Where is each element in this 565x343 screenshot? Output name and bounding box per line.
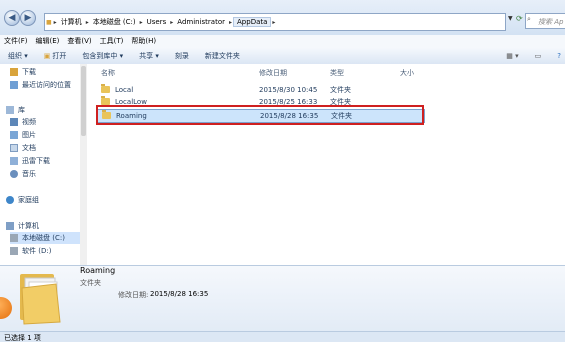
nav-downloads-label: 下载 — [22, 68, 36, 76]
nav-computer[interactable]: 计算机 — [6, 220, 39, 232]
help-icon[interactable]: ? — [549, 52, 565, 60]
file-row-local[interactable]: Local 2015/8/30 10:45 文件夹 — [97, 84, 527, 96]
menu-edit[interactable]: 编辑(E) — [32, 36, 64, 46]
menu-view[interactable]: 查看(V) — [63, 36, 95, 46]
file-date: 2015/8/30 10:45 — [259, 86, 318, 94]
open-button[interactable]: ▣ 打开 — [36, 51, 75, 61]
menu-help[interactable]: 帮助(H) — [127, 36, 160, 46]
nav-libraries-label: 库 — [18, 106, 25, 114]
folder-icon — [101, 96, 110, 105]
nav-d-drive[interactable]: 软件 (D:) — [10, 245, 51, 257]
nav-recent-label: 最近访问的位置 — [22, 81, 71, 89]
large-folder-icon — [20, 274, 61, 325]
details-pane — [0, 265, 565, 332]
column-header-type[interactable]: 类型 — [330, 68, 344, 78]
library-icon — [6, 106, 14, 114]
recent-places-icon — [10, 81, 18, 89]
burn-button[interactable]: 刻录 — [167, 51, 197, 61]
nav-thunder-label: 迅雷下载 — [22, 157, 50, 165]
highlight-box — [96, 105, 424, 125]
breadcrumb-computer[interactable]: 计算机 — [58, 17, 85, 27]
preview-pane-icon[interactable]: ▭ — [527, 52, 550, 60]
address-bar-area: ◀ ▶ ■ ▸ 计算机 ▸ 本地磁盘 (C:) ▸ Users ▸ Admini… — [0, 0, 565, 36]
nav-music-label: 音乐 — [22, 170, 36, 178]
breadcrumb-users[interactable]: Users — [144, 18, 170, 26]
nav-videos-label: 视频 — [22, 118, 36, 126]
details-file-type: 文件夹 — [80, 279, 101, 287]
drive-icon — [10, 234, 18, 242]
nav-music[interactable]: 音乐 — [10, 168, 36, 180]
nav-recent-places[interactable]: 最近访问的位置 — [10, 79, 71, 91]
breadcrumb-appdata[interactable]: AppData — [233, 17, 272, 27]
new-folder-button[interactable]: 新建文件夹 — [197, 51, 248, 61]
nav-libraries[interactable]: 库 — [6, 104, 25, 116]
nav-pictures[interactable]: 图片 — [10, 129, 36, 141]
nav-downloads[interactable]: 下载 — [10, 66, 36, 78]
column-header-name[interactable]: 名称 — [101, 68, 115, 78]
organize-button[interactable]: 组织 ▾ — [0, 51, 36, 61]
status-bar: 已选择 1 项 — [0, 331, 565, 342]
dropdown-arrow-icon[interactable]: ▼ — [508, 15, 513, 22]
column-header-date[interactable]: 修改日期 — [259, 68, 287, 78]
breadcrumb-c-drive[interactable]: 本地磁盘 (C:) — [90, 17, 139, 27]
refresh-icon[interactable]: ⟳ — [516, 14, 523, 23]
music-icon — [10, 170, 18, 178]
share-button[interactable]: 共享 ▾ — [131, 51, 167, 61]
nav-scrollbar[interactable] — [80, 64, 87, 265]
nav-c-drive-label: 本地磁盘 (C:) — [22, 234, 65, 242]
scrollbar-thumb[interactable] — [81, 66, 86, 136]
column-header-size[interactable]: 大小 — [400, 68, 414, 78]
open-label: 打开 — [52, 51, 67, 60]
command-toolbar: 组织 ▾ ▣ 打开 包含到库中 ▾ 共享 ▾ 刻录 新建文件夹 ▦ ▾ ▭ ? — [0, 47, 565, 65]
videos-icon — [10, 118, 18, 126]
view-options-icon[interactable]: ▦ ▾ — [498, 52, 526, 60]
status-text: 已选择 1 项 — [4, 334, 41, 342]
menu-tools[interactable]: 工具(T) — [96, 36, 128, 46]
nav-thunder-downloads[interactable]: 迅雷下载 — [10, 155, 50, 167]
nav-d-drive-label: 软件 (D:) — [22, 247, 52, 255]
folder-icon: ■ — [46, 18, 52, 26]
file-name: Local — [115, 86, 134, 94]
forward-button[interactable]: ▶ — [20, 10, 36, 26]
menu-bar: 文件(F) 编辑(E) 查看(V) 工具(T) 帮助(H) — [0, 35, 565, 47]
nav-computer-label: 计算机 — [18, 222, 39, 230]
nav-documents-label: 文档 — [22, 144, 36, 152]
downloads-icon — [10, 68, 18, 76]
nav-documents[interactable]: 文档 — [10, 142, 36, 154]
nav-homegroup-label: 家庭组 — [18, 196, 39, 204]
nav-pictures-label: 图片 — [22, 131, 36, 139]
homegroup-icon — [6, 196, 14, 204]
search-input[interactable]: 搜索 Ap — [525, 13, 565, 29]
pictures-icon — [10, 131, 18, 139]
details-modified-value: 2015/8/28 16:35 — [150, 290, 209, 298]
file-list: 名称 修改日期 类型 大小 Local 2015/8/30 10:45 文件夹 … — [87, 64, 565, 265]
address-input[interactable]: ■ ▸ 计算机 ▸ 本地磁盘 (C:) ▸ Users ▸ Administra… — [44, 13, 506, 31]
details-modified-label: 修改日期: — [118, 291, 149, 299]
details-file-name: Roaming — [80, 266, 116, 275]
search-icon: ⌕ — [527, 15, 531, 23]
documents-icon — [10, 144, 18, 152]
nav-videos[interactable]: 视频 — [10, 116, 36, 128]
file-type: 文件夹 — [330, 86, 351, 94]
back-button[interactable]: ◀ — [4, 10, 20, 26]
chevron-right-icon: ▸ — [272, 18, 276, 26]
include-in-library-button[interactable]: 包含到库中 ▾ — [74, 51, 131, 61]
folder-icon — [101, 84, 110, 93]
breadcrumb-administrator[interactable]: Administrator — [174, 18, 228, 26]
thunder-downloads-icon — [10, 157, 18, 165]
menu-file[interactable]: 文件(F) — [0, 36, 32, 46]
nav-homegroup[interactable]: 家庭组 — [6, 194, 39, 206]
drive-icon — [10, 247, 18, 255]
navigation-pane: 下载 最近访问的位置 库 视频 图片 文档 迅雷下载 音乐 家庭组 计算机 本地… — [0, 64, 87, 265]
nav-c-drive[interactable]: 本地磁盘 (C:) — [10, 232, 80, 244]
computer-icon — [6, 222, 14, 230]
